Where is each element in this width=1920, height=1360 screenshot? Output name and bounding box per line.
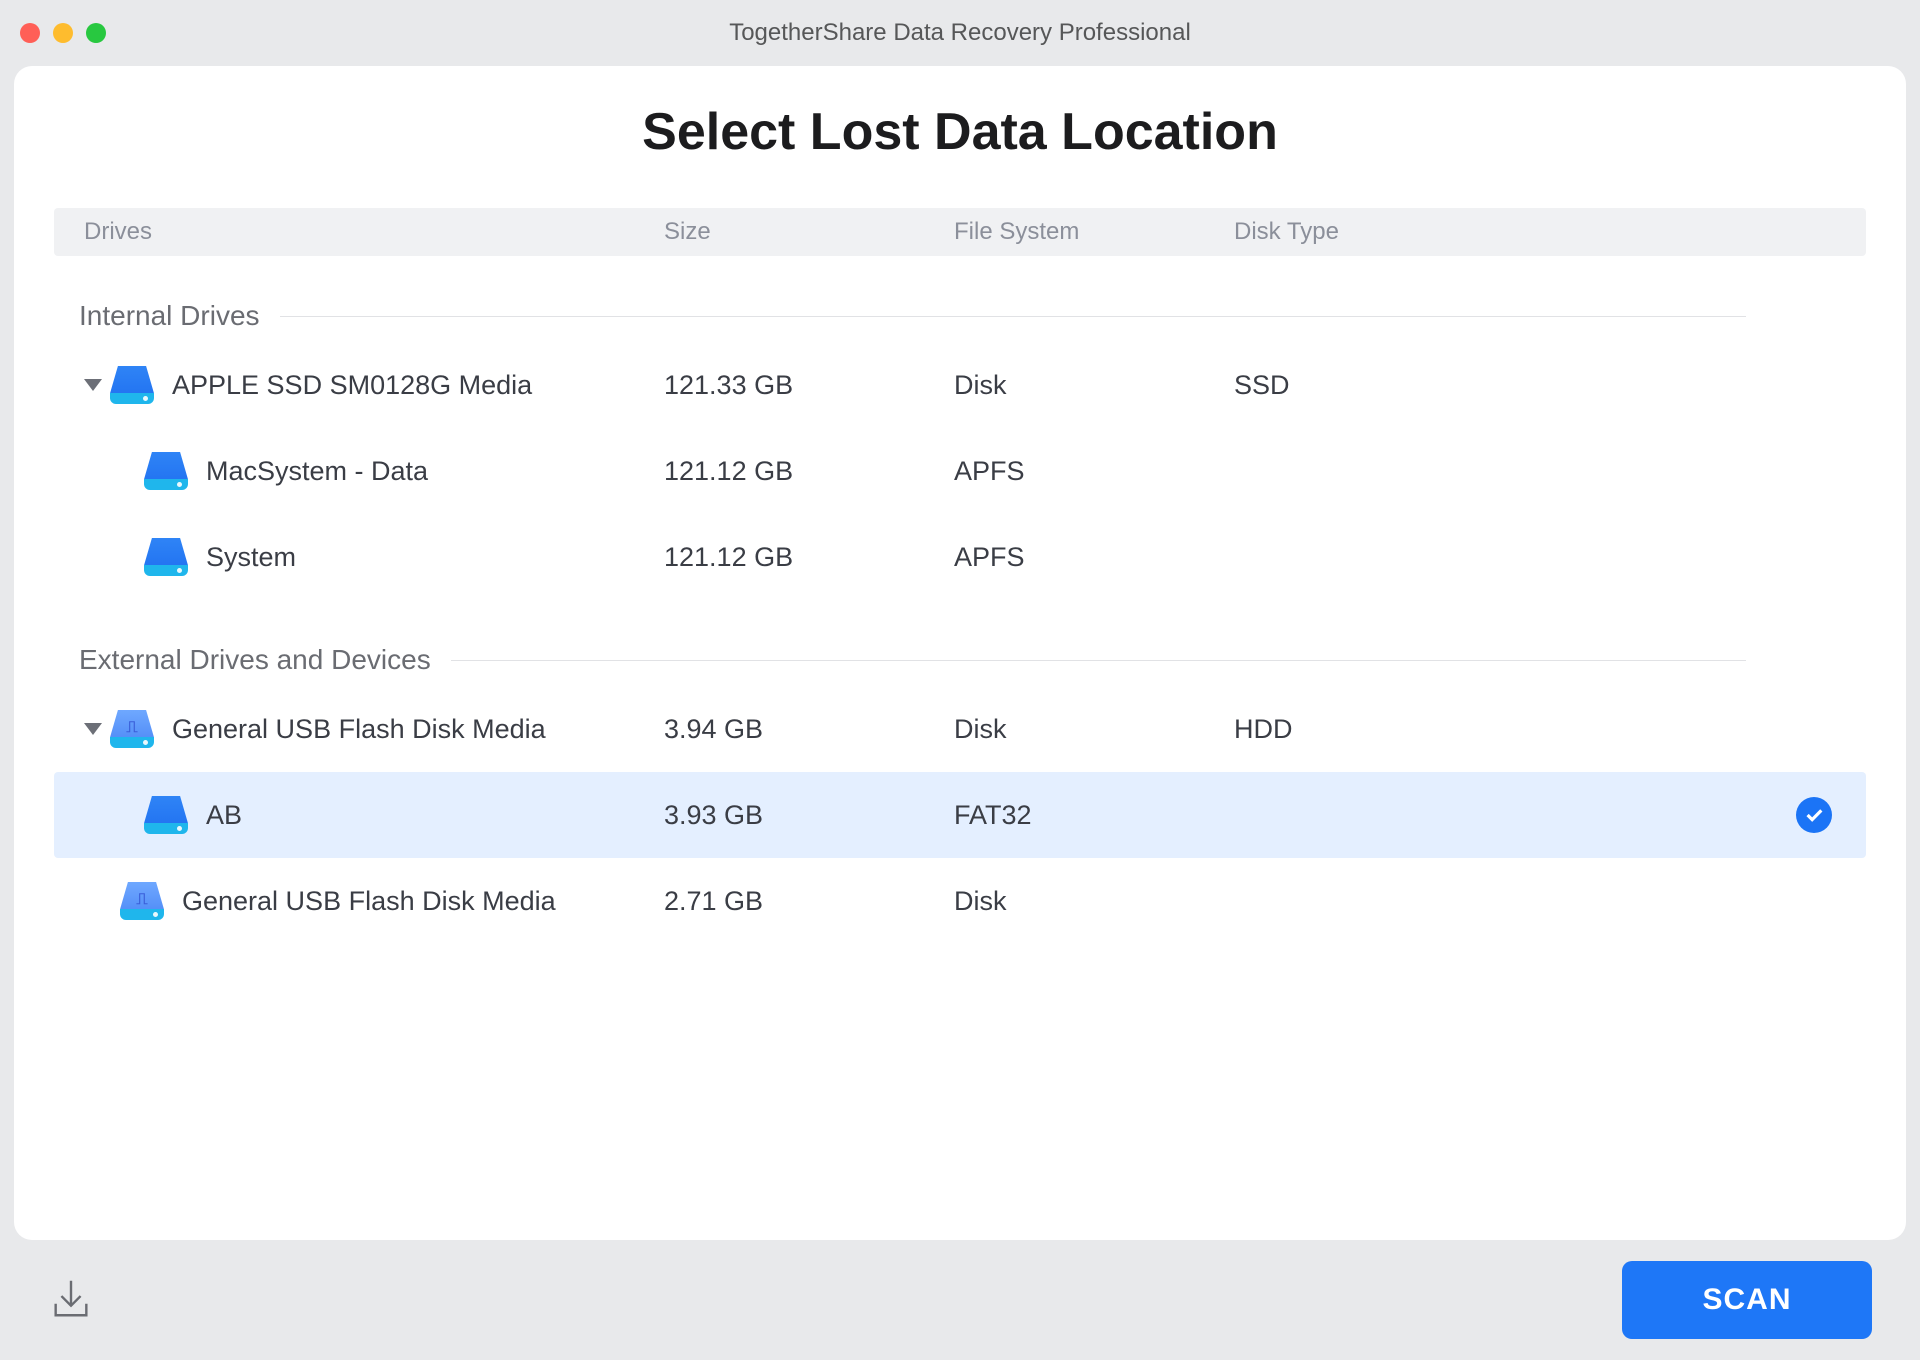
disk-icon	[110, 366, 154, 404]
col-size: Size	[664, 218, 954, 246]
drive-row-external-extra[interactable]: ⎍ General USB Flash Disk Media 2.71 GB D…	[54, 858, 1866, 944]
window-controls	[20, 23, 106, 43]
section-external: External Drives and Devices	[54, 644, 1866, 676]
chevron-down-icon[interactable]	[84, 379, 102, 391]
col-filesystem: File System	[954, 218, 1234, 246]
drive-name: AB	[206, 800, 242, 831]
page-title: Select Lost Data Location	[14, 102, 1906, 162]
app-window: TogetherShare Data Recovery Professional…	[0, 0, 1920, 1360]
minimize-icon[interactable]	[53, 23, 73, 43]
drive-size: 121.33 GB	[664, 370, 954, 401]
section-internal: Internal Drives	[54, 300, 1866, 332]
drive-filesystem: Disk	[954, 370, 1234, 401]
drive-name: MacSystem - Data	[206, 456, 428, 487]
drive-filesystem: APFS	[954, 542, 1234, 573]
usb-disk-icon: ⎍	[120, 882, 164, 920]
drive-size: 121.12 GB	[664, 456, 954, 487]
drive-disktype: HDD	[1234, 714, 1796, 745]
divider	[280, 316, 1746, 317]
drive-name: System	[206, 542, 296, 573]
drive-row-internal-child-1[interactable]: System 121.12 GB APFS	[54, 514, 1866, 600]
volume-icon	[144, 796, 188, 834]
close-icon[interactable]	[20, 23, 40, 43]
drive-size: 121.12 GB	[664, 542, 954, 573]
zoom-icon[interactable]	[86, 23, 106, 43]
drives-table: Drives Size File System Disk Type Intern…	[14, 208, 1906, 944]
drive-filesystem: Disk	[954, 714, 1234, 745]
divider	[451, 660, 1746, 661]
drive-size: 2.71 GB	[664, 886, 954, 917]
col-drives: Drives	[84, 218, 664, 246]
drive-filesystem: APFS	[954, 456, 1234, 487]
drive-filesystem: FAT32	[954, 800, 1234, 831]
volume-icon	[144, 538, 188, 576]
drive-filesystem: Disk	[954, 886, 1234, 917]
titlebar: TogetherShare Data Recovery Professional	[0, 0, 1920, 66]
drive-row-internal-child-0[interactable]: MacSystem - Data 121.12 GB APFS	[54, 428, 1866, 514]
chevron-down-icon[interactable]	[84, 723, 102, 735]
usb-disk-icon: ⎍	[110, 710, 154, 748]
col-disktype: Disk Type	[1234, 218, 1796, 246]
drive-disktype: SSD	[1234, 370, 1796, 401]
section-label: External Drives and Devices	[79, 644, 431, 676]
selected-check-icon	[1796, 797, 1832, 833]
import-icon[interactable]	[48, 1275, 94, 1326]
volume-icon	[144, 452, 188, 490]
drive-row-internal-parent[interactable]: APPLE SSD SM0128G Media 121.33 GB Disk S…	[54, 342, 1866, 428]
drive-name: General USB Flash Disk Media	[182, 886, 556, 917]
drive-size: 3.94 GB	[664, 714, 954, 745]
drive-size: 3.93 GB	[664, 800, 954, 831]
drive-row-external-parent[interactable]: ⎍ General USB Flash Disk Media 3.94 GB D…	[54, 686, 1866, 772]
drive-name: APPLE SSD SM0128G Media	[172, 370, 532, 401]
drive-row-external-child-0[interactable]: AB 3.93 GB FAT32	[54, 772, 1866, 858]
content-card: Select Lost Data Location Drives Size Fi…	[14, 66, 1906, 1240]
section-label: Internal Drives	[79, 300, 260, 332]
drive-name: General USB Flash Disk Media	[172, 714, 546, 745]
scan-button[interactable]: SCAN	[1622, 1261, 1872, 1339]
table-header: Drives Size File System Disk Type	[54, 208, 1866, 256]
footer: SCAN	[0, 1240, 1920, 1360]
window-title: TogetherShare Data Recovery Professional	[0, 19, 1920, 47]
